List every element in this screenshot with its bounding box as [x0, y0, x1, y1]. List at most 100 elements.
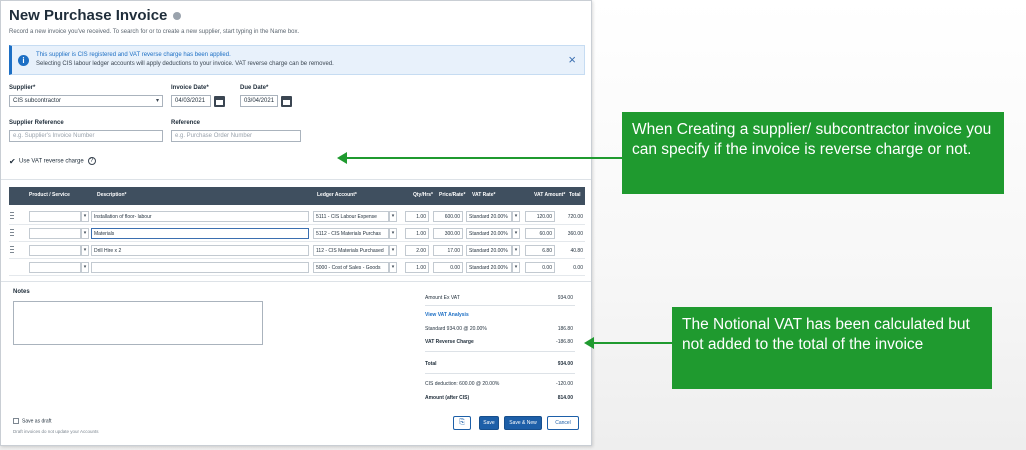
chevron-down-icon: ▾ [155, 98, 159, 104]
chevron-down-icon[interactable]: ▾ [81, 245, 89, 256]
invoice-date-input[interactable]: 04/03/2021 [171, 95, 211, 107]
reference-input[interactable]: e.g. Purchase Order Number [171, 130, 301, 142]
price-input[interactable]: 300.00 [433, 228, 463, 239]
attach-icon[interactable]: ⎘ [453, 416, 471, 430]
cis-info-banner: i This supplier is CIS registered and VA… [9, 45, 585, 75]
price-input[interactable]: 0.00 [433, 262, 463, 273]
invoice-window: New Purchase Invoice Record a new invoic… [0, 0, 592, 446]
product-select[interactable] [29, 262, 81, 273]
chevron-down-icon[interactable]: ▾ [389, 228, 397, 239]
help-icon[interactable]: ? [87, 157, 96, 165]
chevron-down-icon[interactable]: ▾ [81, 228, 89, 239]
standard-vat-label: Standard 934.00 @ 20.00% [425, 326, 487, 332]
col-total: Total [569, 192, 581, 198]
divider [425, 305, 575, 306]
calendar-icon[interactable] [214, 96, 225, 107]
description-input[interactable]: Materials [91, 228, 309, 239]
vat-amount-input[interactable]: 60.00 [525, 228, 555, 239]
vat-rate-select[interactable]: Standard 20.00% [466, 228, 512, 239]
vat-rate-select[interactable]: Standard 20.00% [466, 245, 512, 256]
amount-after-cis-value: 814.00 [557, 395, 573, 401]
drag-handle-icon[interactable] [10, 212, 14, 220]
col-price: Price/Rate* [439, 192, 466, 198]
due-date-label: Due Date* [240, 85, 269, 91]
chevron-down-icon[interactable]: ▾ [389, 245, 397, 256]
arrow-left-icon [337, 152, 347, 164]
save-button[interactable]: Save [479, 416, 499, 430]
callout-arrow-top [346, 157, 622, 159]
drag-handle-icon[interactable] [10, 246, 14, 254]
vat-amount-input[interactable]: 120.00 [525, 211, 555, 222]
cancel-button[interactable]: Cancel [547, 416, 579, 430]
col-vat-rate: VAT Rate* [472, 192, 496, 198]
amount-after-cis-label: Amount (after CIS) [425, 395, 470, 401]
banner-line-2: Selecting CIS labour ledger accounts wil… [36, 61, 334, 67]
col-qty: Qty/Hrs* [413, 192, 434, 198]
qty-input[interactable]: 1.00 [405, 228, 429, 239]
chevron-down-icon[interactable]: ▾ [81, 262, 89, 273]
reverse-charge-label: Use VAT reverse charge [19, 158, 84, 165]
drag-handle-icon[interactable] [10, 229, 14, 237]
product-select[interactable] [29, 211, 81, 222]
callout-notional-vat: The Notional VAT has been calculated but… [672, 307, 992, 389]
description-input[interactable] [91, 262, 309, 273]
reverse-charge-checkbox[interactable]: ✔ [9, 157, 16, 165]
table-row: ▾ Drill Hire x 2 112 - CIS Materials Pur… [9, 242, 585, 259]
vat-rate-select[interactable]: Standard 20.00% [466, 262, 512, 273]
divider [1, 281, 591, 282]
due-date-input[interactable]: 03/04/2021 [240, 95, 278, 107]
table-header: Product / Service Description* Ledger Ac… [9, 187, 585, 205]
divider [425, 373, 575, 374]
supplier-value: CIS subcontractor [13, 98, 62, 104]
chevron-down-icon[interactable]: ▾ [389, 262, 397, 273]
price-input[interactable]: 17.00 [433, 245, 463, 256]
save-as-draft-label: Save as draft [22, 418, 52, 425]
info-icon[interactable] [173, 12, 182, 21]
close-icon[interactable]: × [568, 52, 576, 67]
vat-rate-select[interactable]: Standard 20.00% [466, 211, 512, 222]
description-input[interactable]: Installation of floor- labour [91, 211, 309, 222]
supplier-reference-input[interactable]: e.g. Supplier's Invoice Number [9, 130, 163, 142]
supplier-select[interactable]: CIS subcontractor ▾ [9, 95, 163, 107]
chevron-down-icon[interactable]: ▾ [512, 245, 520, 256]
vat-reverse-charge-value: -186.80 [556, 339, 573, 345]
qty-input[interactable]: 2.00 [405, 245, 429, 256]
total-value: 934.00 [557, 361, 573, 367]
table-row: ▾ 5000 - Cost of Sales - Goods ▾ 1.00 0.… [9, 259, 585, 276]
total-label: Total [425, 361, 437, 367]
page-subtitle: Record a new invoice you've received. To… [9, 29, 300, 35]
notes-textarea[interactable] [13, 301, 263, 345]
save-as-draft-row: Save as draft [13, 418, 51, 424]
chevron-down-icon[interactable]: ▾ [512, 228, 520, 239]
ledger-select[interactable]: 112 - CIS Materials Purchased [313, 245, 389, 256]
view-vat-analysis-link[interactable]: View VAT Analysis [425, 312, 469, 318]
chevron-down-icon[interactable]: ▾ [389, 211, 397, 222]
price-input[interactable]: 600.00 [433, 211, 463, 222]
save-and-new-button[interactable]: Save & New [504, 416, 542, 430]
qty-input[interactable]: 1.00 [405, 262, 429, 273]
save-as-draft-checkbox[interactable] [13, 418, 19, 424]
chevron-down-icon[interactable]: ▾ [81, 211, 89, 222]
arrow-left-icon [584, 337, 594, 349]
page-title: New Purchase Invoice [9, 7, 182, 24]
cis-deduction-value: -120.00 [556, 381, 573, 387]
description-input[interactable]: Drill Hire x 2 [91, 245, 309, 256]
chevron-down-icon[interactable]: ▾ [512, 262, 520, 273]
vat-amount-input[interactable]: 6.80 [525, 245, 555, 256]
col-vat-amount: VAT Amount* [534, 192, 566, 198]
table-row: ▾ Installation of floor- labour 5111 - C… [9, 208, 585, 225]
ledger-select[interactable]: 5111 - CIS Labour Expense [313, 211, 389, 222]
product-select[interactable] [29, 228, 81, 239]
chevron-down-icon[interactable]: ▾ [512, 211, 520, 222]
table-row: ▾ Materials 5112 - CIS Materials Purchas… [9, 225, 585, 242]
vat-amount-input[interactable]: 0.00 [525, 262, 555, 273]
calendar-icon[interactable] [281, 96, 292, 107]
ledger-select[interactable]: 5112 - CIS Materials Purchas [313, 228, 389, 239]
row-total: 720.00 [567, 214, 583, 220]
qty-input[interactable]: 1.00 [405, 211, 429, 222]
reference-label: Reference [171, 120, 201, 126]
divider [425, 351, 575, 352]
ledger-select[interactable]: 5000 - Cost of Sales - Goods [313, 262, 389, 273]
product-select[interactable] [29, 245, 81, 256]
amount-ex-vat-value: 934.00 [557, 295, 573, 301]
